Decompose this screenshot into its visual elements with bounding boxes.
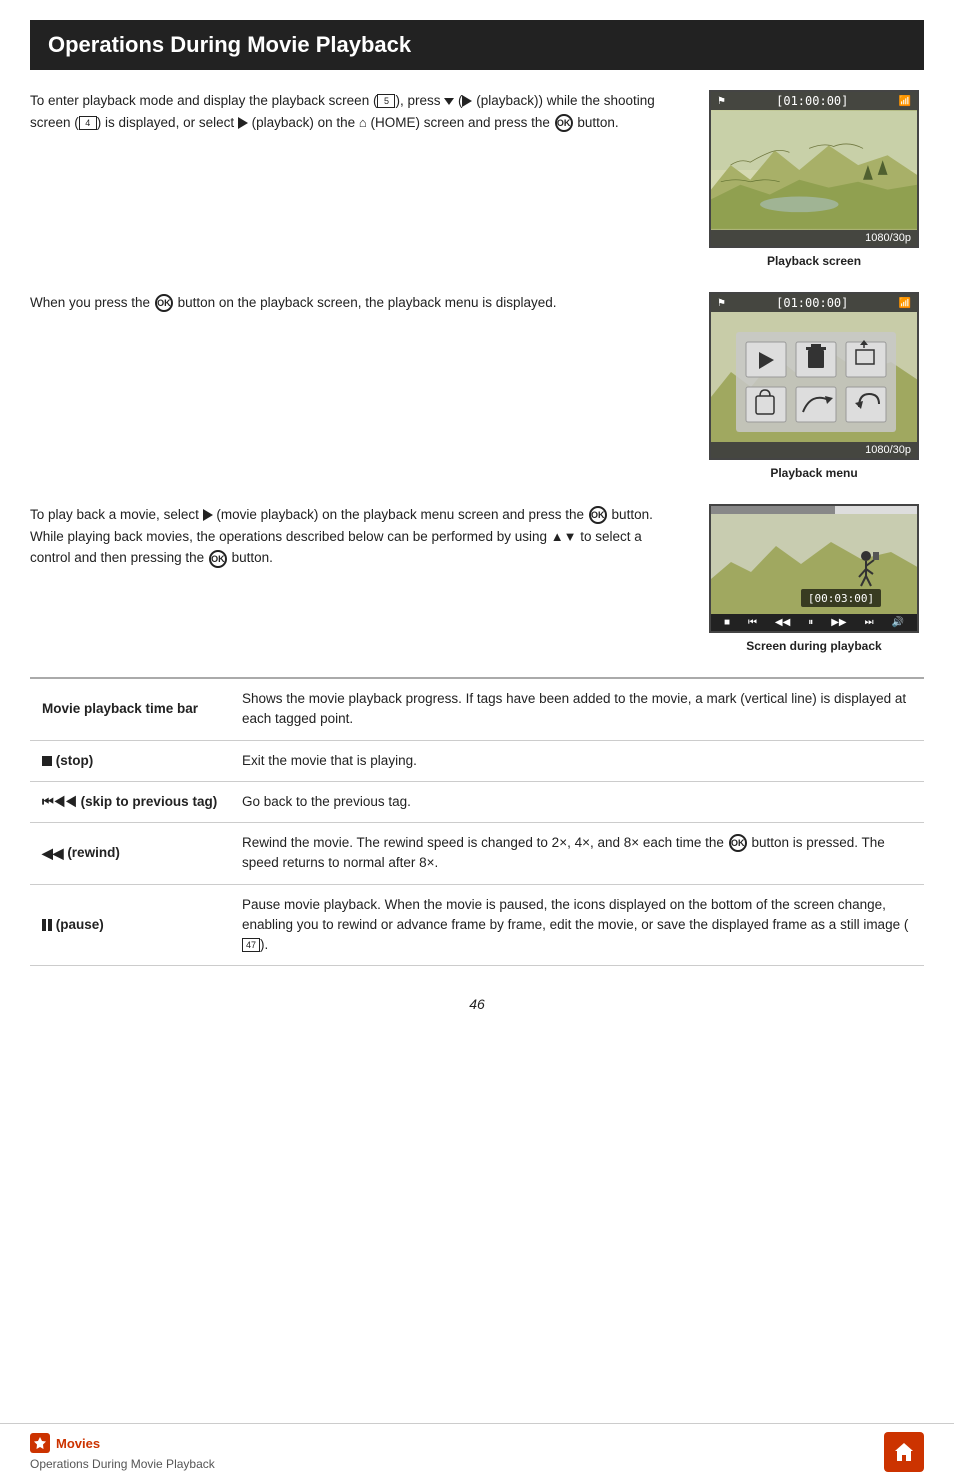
section-3-image: [00:03:00] ■ ⏮ ◀◀ ⏸ ▶▶ ⏭ 🔊 Screen during… <box>704 504 924 653</box>
fforward-ctrl-icon: ▶▶ <box>831 617 846 628</box>
table-desc-4: Rewind the movie. The rewind speed is ch… <box>230 823 924 885</box>
play-icon <box>462 95 472 107</box>
rewind-ctrl-icon: ◀◀ <box>775 617 790 628</box>
ok-badge-2: OK <box>155 294 173 312</box>
time-display-1: [01:00:00] <box>776 94 848 108</box>
ok-badge-1: OK <box>555 114 573 132</box>
playback-screen-2: ⚑ [01:00:00] 📶 <box>709 292 919 460</box>
operations-table: Movie playback time bar Shows the movie … <box>30 677 924 966</box>
screen-body-2 <box>711 312 917 442</box>
page-title: Operations During Movie Playback <box>48 32 906 58</box>
time-display-2: [01:00:00] <box>776 296 848 310</box>
skip-prev-ctrl-icon: ⏮ <box>748 617 757 628</box>
table-row: (pause) Pause movie playback. When the m… <box>30 884 924 966</box>
screen-bottom-bar-2: 1080/30p <box>711 442 917 458</box>
progress-fill <box>711 506 835 514</box>
section-1-row: To enter playback mode and display the p… <box>30 90 924 268</box>
record-icon-2: ⚑ <box>717 298 726 309</box>
footer-breadcrumb: Operations During Movie Playback <box>30 1457 215 1471</box>
landscape-svg-2 <box>711 312 917 442</box>
section-2-row: When you press the OK button on the play… <box>30 292 924 480</box>
table-label-1: Movie playback time bar <box>30 678 230 740</box>
during-playback-screen: [00:03:00] ■ ⏮ ◀◀ ⏸ ▶▶ ⏭ 🔊 <box>709 504 919 633</box>
playback-body: [00:03:00] <box>711 514 917 614</box>
rewind-icon: ◀◀ <box>42 843 64 864</box>
screen-top-bar-1: ⚑ [01:00:00] 📶 <box>711 92 917 110</box>
volume-ctrl-icon: 🔊 <box>892 617 904 628</box>
table-row: Movie playback time bar Shows the movie … <box>30 678 924 740</box>
resolution-2: 1080/30p <box>865 444 911 456</box>
page-number: 46 <box>30 996 924 1012</box>
ok-badge-3: OK <box>589 506 607 524</box>
section-3-row: To play back a movie, select (movie play… <box>30 504 924 653</box>
section-2-text: When you press the OK button on the play… <box>30 292 684 314</box>
section-3-text: To play back a movie, select (movie play… <box>30 504 684 569</box>
page-ref-4: 4 <box>79 116 97 130</box>
screen-top-bar-2: ⚑ [01:00:00] 📶 <box>711 294 917 312</box>
screen-body-1 <box>711 110 917 230</box>
table-desc-2: Exit the movie that is playing. <box>230 740 924 781</box>
section-1-image: ⚑ [01:00:00] 📶 <box>704 90 924 268</box>
footer-bar: Movies Operations During Movie Playback <box>0 1423 954 1480</box>
section-2-paragraph: When you press the OK button on the play… <box>30 292 684 314</box>
table-desc-3: Go back to the previous tag. <box>230 781 924 822</box>
page-ref-5: 5 <box>377 94 395 108</box>
arrow-updown-icon: ▲▼ <box>551 527 577 548</box>
skip-prev-icon: ⏮◀◀ <box>42 792 77 812</box>
page-ref-47: 47 <box>242 938 260 952</box>
table-row: ◀◀ (rewind) Rewind the movie. The rewind… <box>30 823 924 885</box>
playback-controls-bar: ■ ⏮ ◀◀ ⏸ ▶▶ ⏭ 🔊 <box>711 614 917 631</box>
table-row: ⏮◀◀ (skip to previous tag) Go back to th… <box>30 781 924 822</box>
landscape-svg-1 <box>711 110 917 230</box>
category-label: Movies <box>56 1436 100 1451</box>
pause-ctrl-icon: ⏸ <box>808 617 813 628</box>
landscape-svg-3: [00:03:00] <box>711 514 917 614</box>
section-2-image: ⚑ [01:00:00] 📶 <box>704 292 924 480</box>
pause-icon <box>42 919 52 931</box>
resolution-1: 1080/30p <box>865 232 911 244</box>
page-wrapper: Operations During Movie Playback To ente… <box>0 0 954 1112</box>
playback-icon <box>238 117 248 129</box>
home-icon: ⌂ <box>359 113 367 134</box>
playback-screen-caption-1: Playback screen <box>767 254 861 268</box>
section-3-paragraph: To play back a movie, select (movie play… <box>30 504 684 569</box>
footer-left: Movies Operations During Movie Playback <box>30 1433 215 1471</box>
record-icon: ⚑ <box>717 96 726 107</box>
table-label-3: ⏮◀◀ (skip to previous tag) <box>30 781 230 822</box>
label-text-2: (stop) <box>56 753 94 768</box>
table-label-4: ◀◀ (rewind) <box>30 823 230 885</box>
table-desc-5: Pause movie playback. When the movie is … <box>230 884 924 966</box>
table-desc-1: Shows the movie playback progress. If ta… <box>230 678 924 740</box>
svg-text:[00:03:00]: [00:03:00] <box>808 592 874 605</box>
skip-next-ctrl-icon: ⏭ <box>865 617 874 628</box>
table-label-5: (pause) <box>30 884 230 966</box>
label-text-5: (pause) <box>56 917 104 932</box>
label-text-1: Movie playback time bar <box>42 701 198 716</box>
playback-top-bar <box>711 506 917 514</box>
home-button[interactable] <box>884 1432 924 1472</box>
label-text-3: (skip to previous tag) <box>81 794 218 809</box>
table-row: (stop) Exit the movie that is playing. <box>30 740 924 781</box>
category-icon <box>30 1433 50 1453</box>
ok-badge-4: OK <box>209 550 227 568</box>
table-label-2: (stop) <box>30 740 230 781</box>
section-1-paragraph: To enter playback mode and display the p… <box>30 90 684 133</box>
arrow-down-icon <box>444 98 454 105</box>
label-text-4: (rewind) <box>67 845 120 860</box>
stop-icon <box>42 756 52 766</box>
playback-screen-1: ⚑ [01:00:00] 📶 <box>709 90 919 248</box>
signal-icon-2: 📶 <box>899 298 911 309</box>
footer-category: Movies <box>30 1433 215 1453</box>
page-header: Operations During Movie Playback <box>30 20 924 70</box>
playback-menu-caption: Playback menu <box>770 466 857 480</box>
during-playback-caption: Screen during playback <box>746 639 881 653</box>
stop-ctrl-icon: ■ <box>724 617 730 628</box>
screen-bottom-bar-1: 1080/30p <box>711 230 917 246</box>
ok-badge-table: OK <box>729 834 747 852</box>
section-1-text: To enter playback mode and display the p… <box>30 90 684 133</box>
signal-icon: 📶 <box>899 96 911 107</box>
play-select-icon <box>203 509 213 521</box>
